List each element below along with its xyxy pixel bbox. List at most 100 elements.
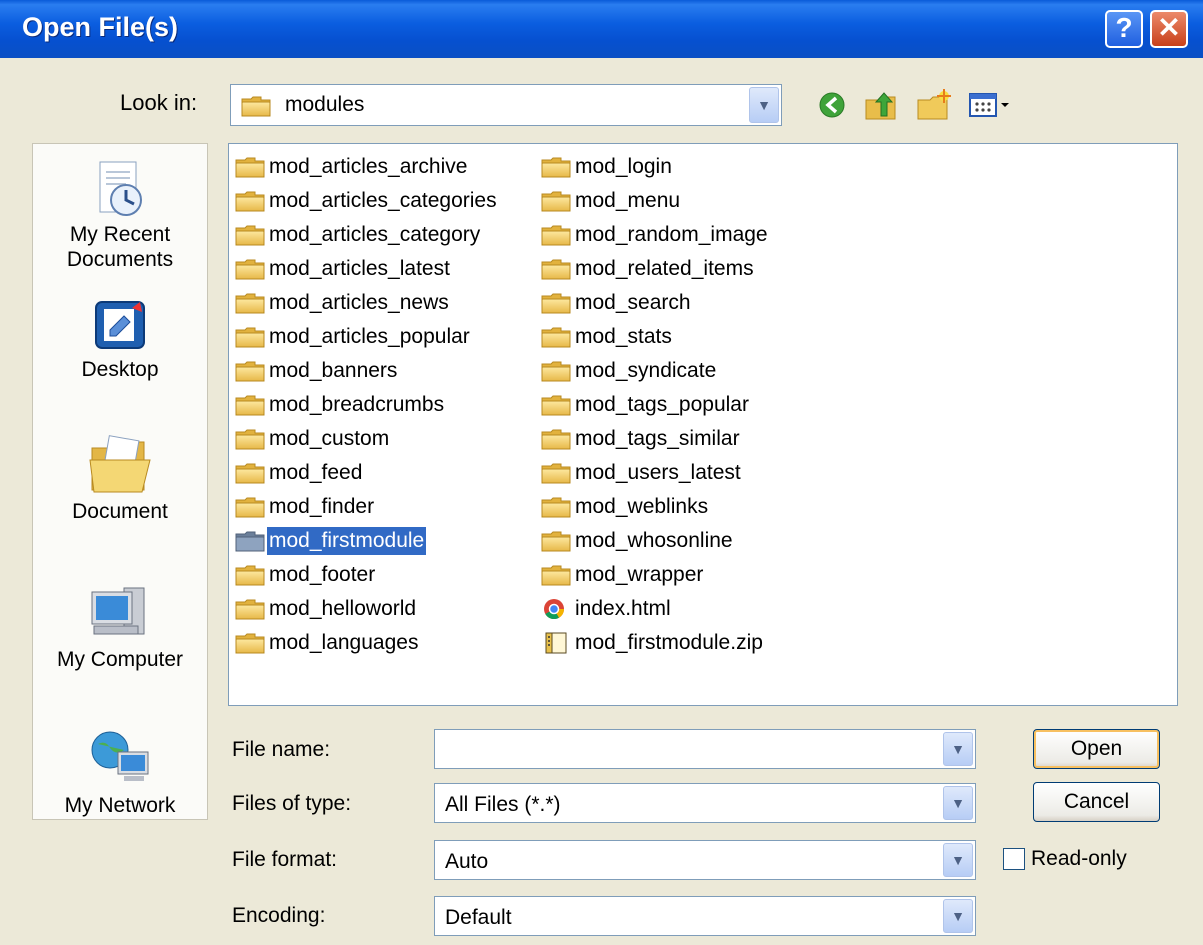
item-label: mod_random_image (575, 223, 768, 246)
folder-icon (235, 292, 265, 314)
folder-item[interactable]: mod_helloworld (235, 592, 499, 626)
place-desktop[interactable]: Desktop (33, 294, 207, 382)
item-label: mod_stats (575, 325, 672, 348)
zip-file-icon (545, 632, 567, 654)
folder-item[interactable]: mod_articles_popular (235, 320, 499, 354)
chevron-down-icon[interactable]: ▼ (943, 843, 973, 877)
item-label: mod_related_items (575, 257, 754, 280)
folder-item[interactable]: mod_related_items (541, 252, 770, 286)
folder-icon (235, 598, 265, 620)
place-label: My Network (64, 794, 176, 817)
files-of-type-value: All Files (*.*) (445, 793, 561, 816)
item-label: mod_finder (269, 495, 375, 518)
folder-item[interactable]: mod_finder (235, 490, 499, 524)
folder-item[interactable]: mod_login (541, 150, 770, 184)
checkbox-box[interactable] (1003, 848, 1025, 870)
recent-documents-icon (99, 161, 142, 216)
folder-item[interactable]: mod_articles_news (235, 286, 499, 320)
file-name-label: File name: (232, 738, 331, 761)
open-file-dialog: Open File(s) ? ✕ Look in: modules ▼ My R… (0, 0, 1203, 945)
read-only-checkbox[interactable]: Read-only (1003, 847, 1127, 871)
folder-item[interactable]: mod_banners (235, 354, 499, 388)
file-list[interactable]: mod_articles_archive mod_articles_categor… (228, 143, 1178, 706)
chevron-down-icon[interactable]: ▼ (943, 786, 973, 820)
folder-item[interactable]: mod_weblinks (541, 490, 770, 524)
folder-icon (541, 190, 571, 212)
item-label: mod_articles_latest (269, 257, 450, 280)
place-my-recent-documents[interactable]: My Recent Documents (33, 158, 207, 272)
folder-icon (541, 326, 571, 348)
folder-item[interactable]: mod_articles_archive (235, 150, 499, 184)
folder-item[interactable]: mod_tags_similar (541, 422, 770, 456)
folder-item[interactable]: mod_whosonline (541, 524, 770, 558)
folder-icon (541, 224, 571, 246)
place-label: My Recent Documents (66, 223, 174, 271)
files-of-type-dropdown[interactable]: All Files (*.*) ▼ (434, 783, 976, 823)
folder-item[interactable]: mod_tags_popular (541, 388, 770, 422)
title-bar: Open File(s) ? ✕ (0, 0, 1203, 58)
folder-icon (541, 530, 571, 552)
folder-icon (235, 190, 265, 212)
item-label: mod_wrapper (575, 563, 704, 586)
cancel-button[interactable]: Cancel (1033, 782, 1160, 822)
folder-item[interactable]: mod_languages (235, 626, 499, 660)
close-button[interactable]: ✕ (1150, 10, 1188, 48)
chevron-down-icon[interactable]: ▼ (943, 899, 973, 933)
encoding-label: Encoding: (232, 904, 326, 927)
folder-item[interactable]: mod_articles_categories (235, 184, 499, 218)
folder-icon (235, 496, 265, 518)
encoding-dropdown[interactable]: Default ▼ (434, 896, 976, 936)
file-item[interactable]: mod_firstmodule.zip (541, 626, 770, 660)
file-name-input[interactable]: ▼ (434, 729, 976, 769)
new-folder-icon[interactable] (914, 86, 954, 124)
folder-item[interactable]: mod_users_latest (541, 456, 770, 490)
folder-item[interactable]: mod_articles_latest (235, 252, 499, 286)
folder-icon (235, 632, 265, 654)
look-in-dropdown[interactable]: modules ▼ (230, 84, 782, 126)
chevron-down-icon[interactable]: ▼ (943, 732, 973, 766)
folder-icon (235, 428, 265, 450)
item-label: mod_helloworld (269, 597, 417, 620)
folder-item[interactable]: mod_search (541, 286, 770, 320)
place-document[interactable]: Document (33, 430, 207, 524)
folder-item[interactable]: mod_wrapper (541, 558, 770, 592)
file-column: mod_articles_archive mod_articles_categor… (235, 150, 499, 660)
encoding-value: Default (445, 906, 512, 929)
folder-item[interactable]: mod_random_image (541, 218, 770, 252)
folder-item[interactable]: mod_feed (235, 456, 499, 490)
up-folder-icon[interactable] (862, 86, 902, 124)
place-my-network[interactable]: My Network (33, 722, 207, 818)
folder-item[interactable]: mod_firstmodule (235, 524, 499, 558)
item-label: mod_syndicate (575, 359, 717, 382)
item-label: mod_banners (269, 359, 398, 382)
folder-item[interactable]: mod_custom (235, 422, 499, 456)
file-format-label: File format: (232, 848, 338, 871)
chevron-down-icon[interactable]: ▼ (749, 87, 779, 123)
open-button[interactable]: Open (1033, 729, 1160, 769)
window-title: Open File(s) (22, 12, 179, 42)
item-label: mod_firstmodule.zip (575, 631, 763, 654)
read-only-label: Read-only (1031, 847, 1127, 870)
file-item[interactable]: index.html (541, 592, 770, 626)
places-bar: My Recent Documents Desktop Document My … (32, 143, 208, 820)
view-menu-icon[interactable] (966, 86, 1016, 124)
item-label: mod_whosonline (575, 529, 733, 552)
folder-item[interactable]: mod_breadcrumbs (235, 388, 499, 422)
folder-item[interactable]: mod_stats (541, 320, 770, 354)
folder-icon (235, 530, 265, 552)
folder-icon (235, 326, 265, 348)
folder-item[interactable]: mod_menu (541, 184, 770, 218)
folder-item[interactable]: mod_footer (235, 558, 499, 592)
folder-item[interactable]: mod_syndicate (541, 354, 770, 388)
folder-item[interactable]: mod_articles_category (235, 218, 499, 252)
file-format-dropdown[interactable]: Auto ▼ (434, 840, 976, 880)
folder-icon (235, 224, 265, 246)
item-label: mod_articles_news (269, 291, 449, 314)
folder-icon (541, 292, 571, 314)
back-icon[interactable] (812, 86, 852, 124)
item-label: mod_search (575, 291, 691, 314)
help-button[interactable]: ? (1105, 10, 1143, 48)
place-label: My Computer (56, 648, 184, 671)
files-of-type-label: Files of type: (232, 792, 352, 815)
place-my-computer[interactable]: My Computer (33, 576, 207, 672)
